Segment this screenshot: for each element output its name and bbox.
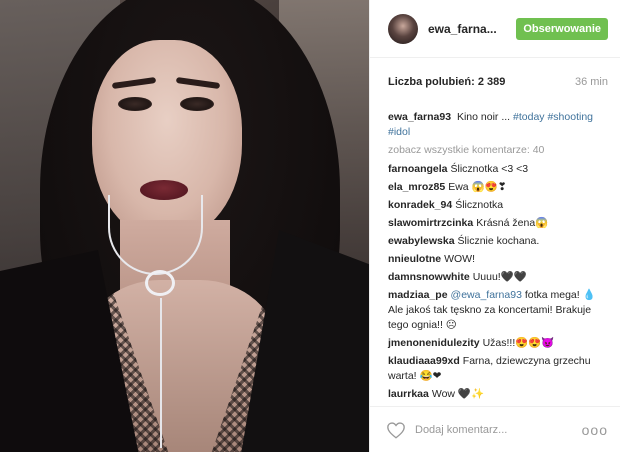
username-link[interactable]: ewa_farna...	[428, 22, 516, 36]
hashtag[interactable]: #idol	[388, 126, 410, 138]
hashtag[interactable]: #shooting	[547, 111, 593, 123]
comment: ela_mroz85 Ewa 😱😍❣	[388, 180, 608, 195]
comment-text: Užas!!!😍😍😈	[482, 337, 555, 349]
photo-eye-right	[180, 97, 214, 111]
instagram-post: ewa_farna... Obserwowanie Liczba polubie…	[0, 0, 620, 452]
comment-text: Ślicznotka	[455, 199, 504, 211]
comment-user[interactable]: klaudiaaa99xd	[388, 355, 460, 367]
post-photo[interactable]	[0, 0, 369, 452]
comment-text: Ślicznie kochana.	[457, 235, 540, 247]
comment: farnoangela Ślicznotka <3 <3	[388, 162, 608, 177]
photo-eye-left	[118, 97, 152, 111]
photo-pendant	[145, 270, 175, 296]
comment-text: Ewa 😱😍❣	[448, 181, 507, 193]
view-all-comments-link[interactable]: zobacz wszystkie komentarze: 40	[388, 143, 608, 158]
caption: ewa_farna93 Kino noir ... #today #shooti…	[388, 110, 608, 140]
comments-list: ewa_farna93 Kino noir ... #today #shooti…	[370, 106, 620, 406]
comment-text: Wow 🖤✨	[431, 388, 485, 400]
comment-text: WOW!	[444, 253, 475, 265]
comment: klaudiaaa99xd Farna, dziewczyna grzechu w…	[388, 354, 608, 384]
caption-text: Kino noir ...	[456, 111, 511, 123]
comment: madziaa_pe @ewa_farna93 fotka mega! 💧Ale …	[388, 288, 608, 333]
avatar[interactable]	[388, 13, 418, 44]
comment-user[interactable]: nnieulotne	[388, 253, 441, 265]
comment: slawomirtrzcinka Krásná žena😱	[388, 216, 608, 231]
comment-user[interactable]: jmenonenidulezity	[388, 337, 480, 349]
comment-user[interactable]: konradek_94	[388, 199, 452, 211]
comment-user[interactable]: farnoangela	[388, 163, 448, 175]
comment: laurrkaa Wow 🖤✨	[388, 387, 608, 402]
post-header: ewa_farna... Obserwowanie	[370, 0, 620, 58]
comment: damnsnowwhite Uuuu!🖤🖤	[388, 270, 608, 285]
caption-user[interactable]: ewa_farna93	[388, 111, 451, 123]
comment-user[interactable]: slawomirtrzcinka	[388, 217, 473, 229]
comment: jmenonenidulezity Užas!!!😍😍😈	[388, 336, 608, 351]
post-footer: Dodaj komentarz... ooo	[370, 406, 620, 452]
post-sidebar: ewa_farna... Obserwowanie Liczba polubie…	[369, 0, 620, 452]
heart-icon[interactable]	[386, 421, 406, 439]
comment: nnieulotne WOW!	[388, 252, 608, 267]
more-options-icon[interactable]: ooo	[582, 422, 608, 438]
comment-user[interactable]: damnsnowwhite	[388, 271, 470, 283]
likes-count[interactable]: Liczba polubień: 2 389	[388, 76, 505, 88]
hashtag[interactable]: #today	[513, 111, 545, 123]
comment: ewabylewska Ślicznie kochana.	[388, 234, 608, 249]
photo-necklace-drop	[160, 298, 162, 448]
add-comment-input[interactable]: Dodaj komentarz...	[415, 424, 582, 436]
post-time: 36 min	[574, 76, 608, 88]
comment-user[interactable]: ela_mroz85	[388, 181, 445, 193]
post-stats: Liczba polubień: 2 389 36 min	[370, 58, 620, 106]
comment-text: Uuuu!🖤🖤	[472, 271, 527, 283]
mention-link[interactable]: @ewa_farna93	[451, 289, 522, 301]
comment-text: Krásná žena😱	[476, 217, 549, 229]
comment-user[interactable]: laurrkaa	[388, 388, 429, 400]
comment-user[interactable]: madziaa_pe	[388, 289, 448, 301]
comment: konradek_94 Ślicznotka	[388, 198, 608, 213]
follow-button[interactable]: Obserwowanie	[516, 17, 608, 40]
comment-user[interactable]: ewabylewska	[388, 235, 455, 247]
comment-text: Ślicznotka <3 <3	[450, 163, 529, 175]
